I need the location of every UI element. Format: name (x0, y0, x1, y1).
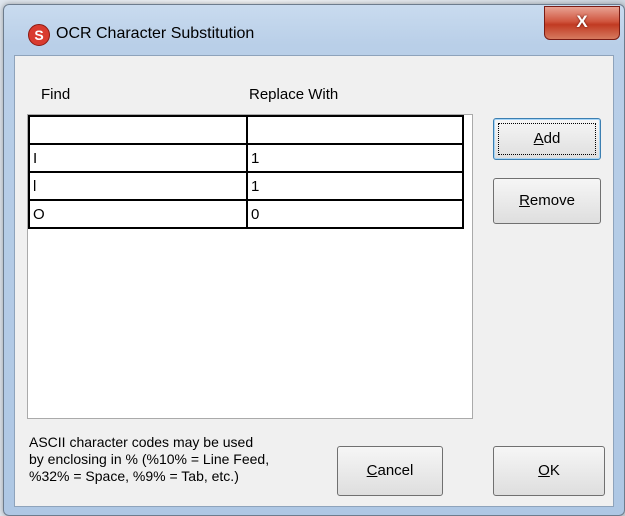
remove-label: emove (529, 192, 575, 209)
note-line: %32% = Space, %9% = Tab, etc.) (29, 468, 239, 484)
cancel-accelerator: C (366, 462, 378, 479)
ascii-help-note: ASCII character codes may be used by enc… (29, 434, 329, 485)
cancel-button[interactable]: Cancel (337, 446, 443, 496)
find-column-header: Find (41, 86, 71, 103)
dialog-client-area: Find Replace With I 1 l 1 O 0 Add Remove… (14, 55, 614, 507)
table-row[interactable] (28, 115, 464, 145)
note-line: by enclosing in % (%10% = Line Feed, (29, 451, 270, 467)
ok-accelerator: O (538, 462, 550, 479)
table-row[interactable]: l 1 (28, 171, 464, 201)
replace-cell[interactable]: 1 (246, 171, 464, 201)
find-cell[interactable]: O (28, 199, 248, 229)
replace-cell[interactable] (246, 115, 464, 145)
table-row[interactable]: O 0 (28, 199, 464, 229)
focus-rectangle (498, 123, 596, 155)
ok-button[interactable]: OK (493, 446, 605, 496)
title-bar[interactable]: S OCR Character Substitution X (4, 5, 624, 55)
ok-label: K (549, 462, 560, 479)
substitution-grid: I 1 l 1 O 0 (28, 115, 464, 229)
replace-column-header: Replace With (249, 86, 339, 103)
window-title: OCR Character Substitution (56, 25, 255, 42)
app-logo-icon: S (28, 24, 50, 46)
replace-cell[interactable]: 0 (246, 199, 464, 229)
replace-cell[interactable]: 1 (246, 143, 464, 173)
remove-button[interactable]: Remove (493, 178, 601, 224)
find-cell[interactable]: l (28, 171, 248, 201)
find-cell[interactable] (28, 115, 248, 145)
note-line: ASCII character codes may be used (29, 434, 254, 450)
add-button[interactable]: Add (493, 118, 601, 160)
close-button[interactable]: X (544, 6, 620, 40)
dialog-window: S OCR Character Substitution X Find Repl… (3, 4, 625, 516)
find-cell[interactable]: I (28, 143, 248, 173)
substitution-list[interactable]: I 1 l 1 O 0 (27, 114, 473, 419)
remove-accelerator: R (519, 192, 530, 209)
table-row[interactable]: I 1 (28, 143, 464, 173)
cancel-label: ancel (377, 462, 414, 479)
